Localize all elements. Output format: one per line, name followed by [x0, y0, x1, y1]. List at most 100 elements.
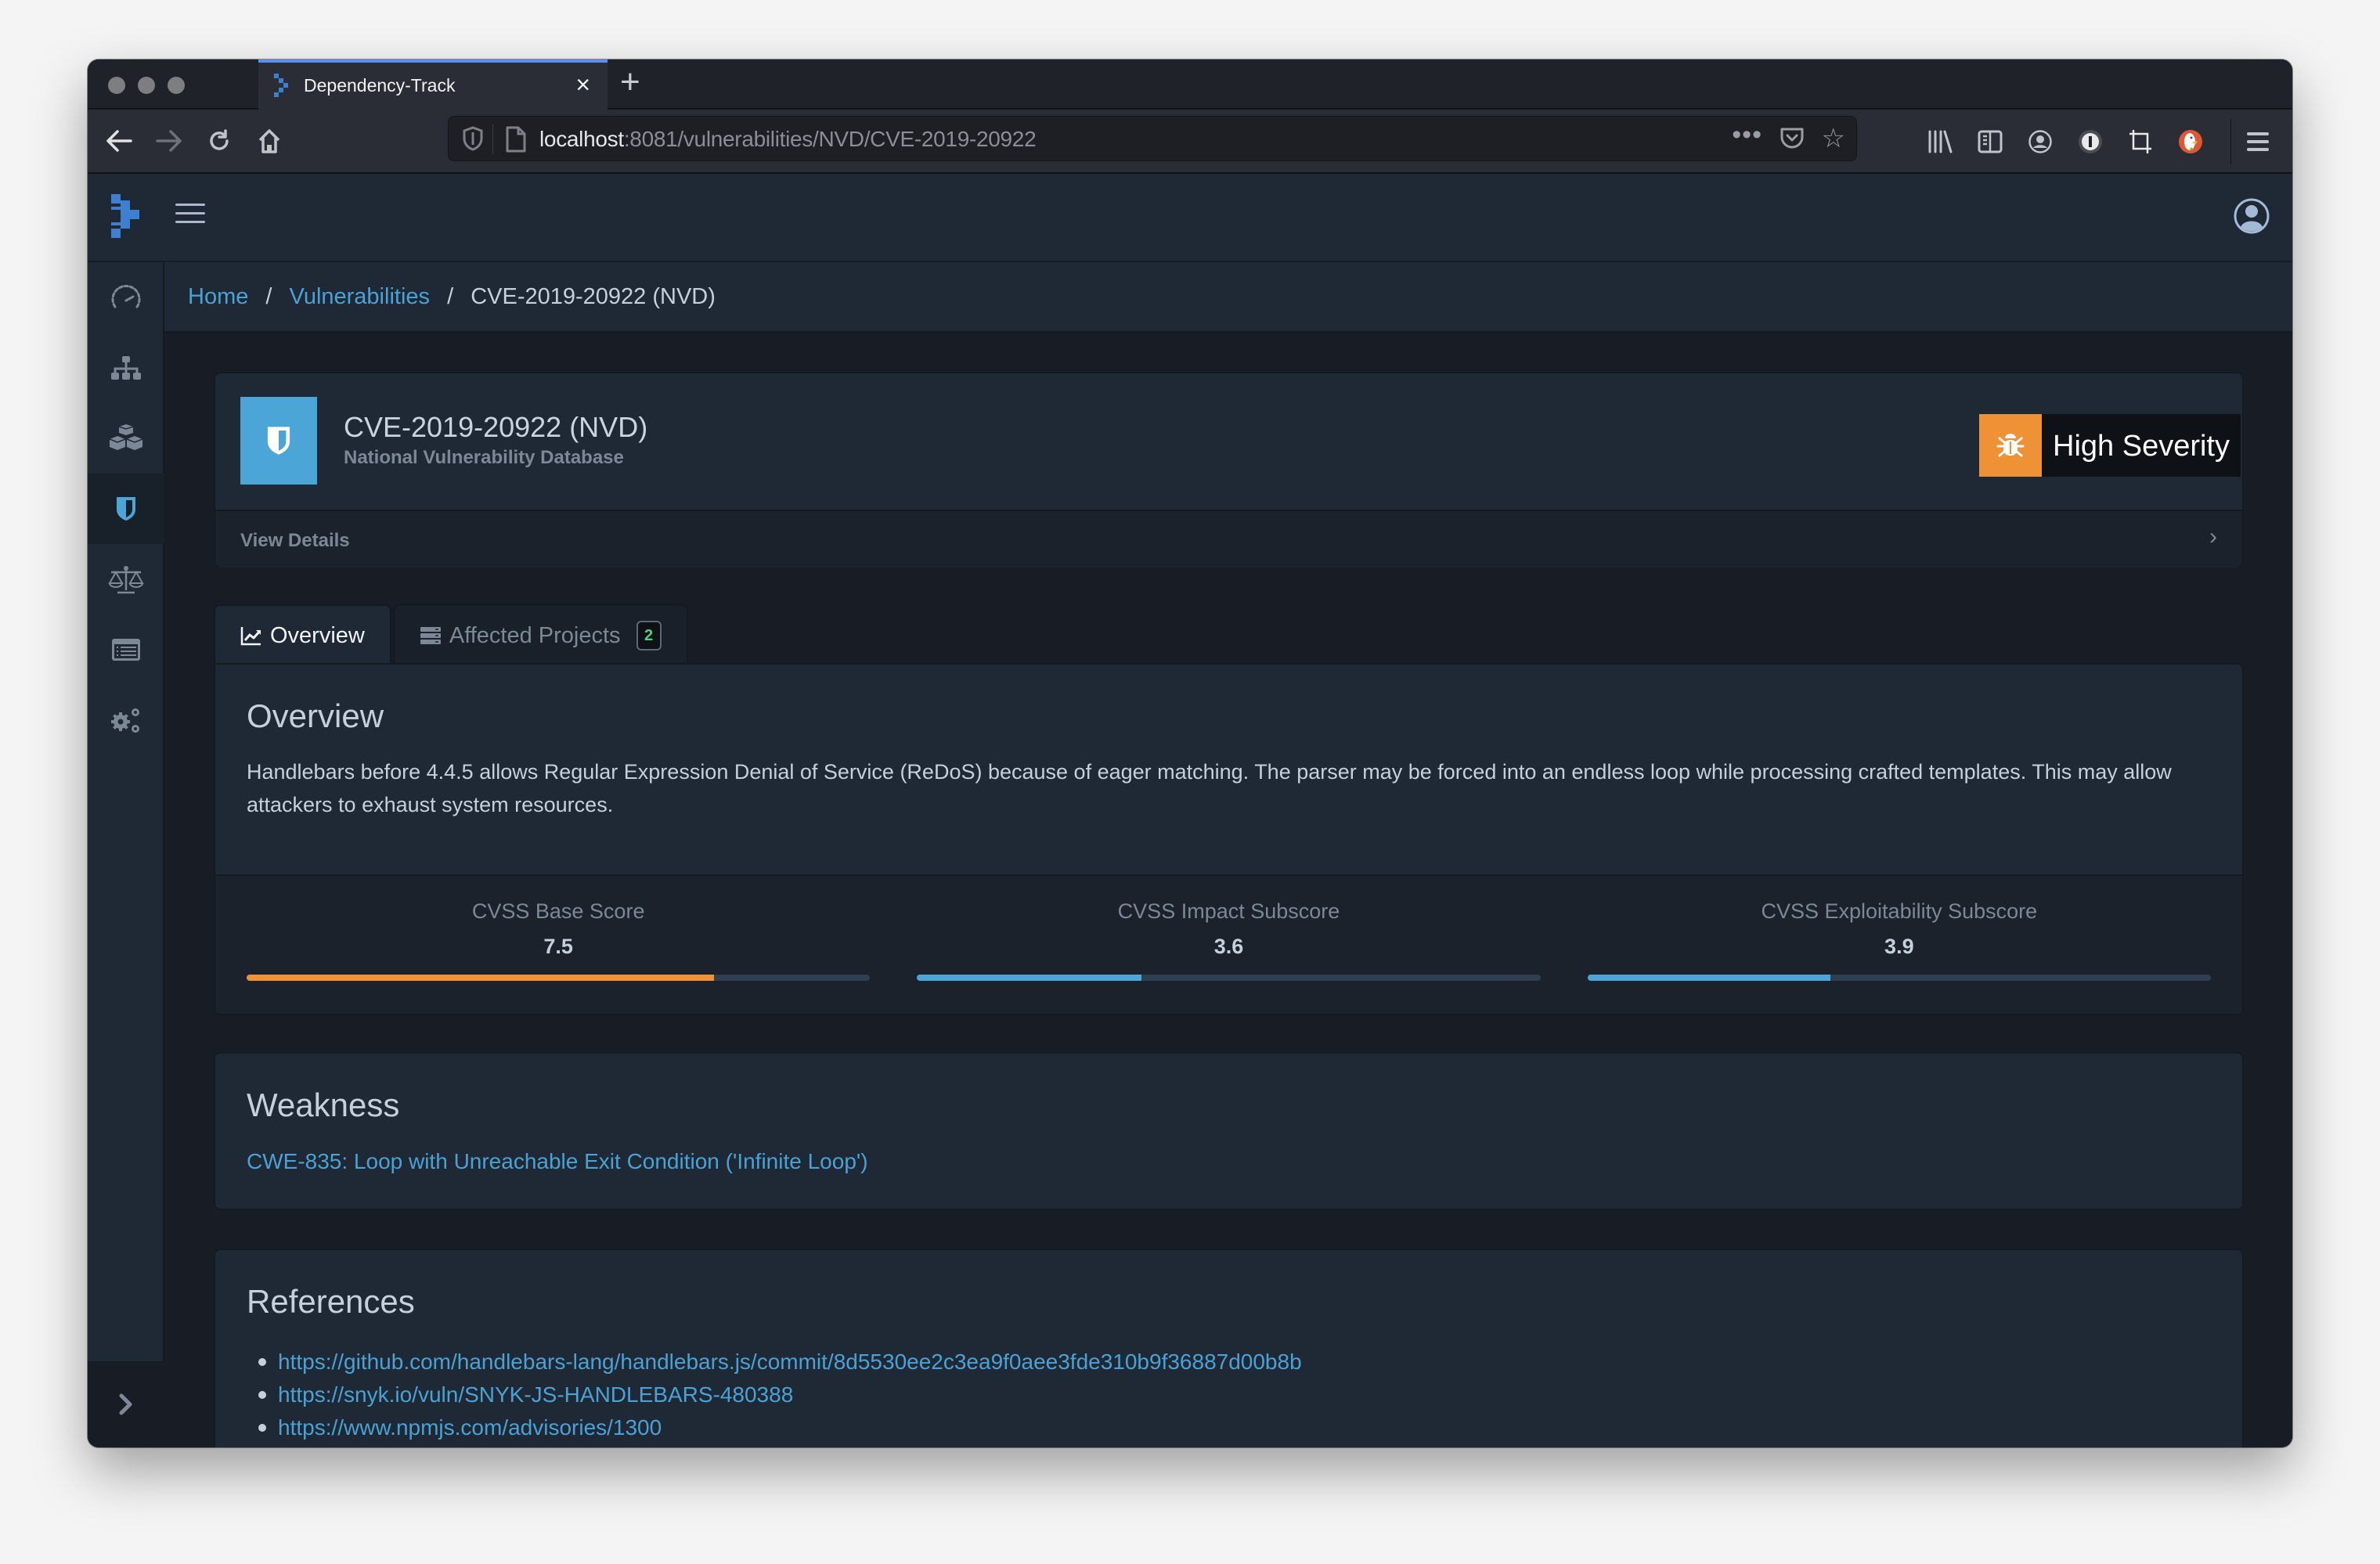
- reload-button[interactable]: [200, 122, 238, 160]
- references-card: References https://github.com/handlebars…: [214, 1249, 2244, 1447]
- url-host: localhost: [539, 127, 624, 151]
- url-text[interactable]: localhost:8081/vulnerabilities/NVD/CVE-2…: [539, 127, 1037, 152]
- cwe-link[interactable]: CWE-835: Loop with Unreachable Exit Cond…: [247, 1149, 868, 1174]
- breadcrumb-current: CVE-2019-20922 (NVD): [471, 284, 716, 309]
- arrow-left-icon: [106, 130, 132, 152]
- sidebar-item-dashboard[interactable]: [88, 262, 164, 333]
- tab-affected-projects-label: Affected Projects: [449, 622, 621, 648]
- user-profile-icon[interactable]: [2233, 197, 2270, 235]
- reference-link[interactable]: https://www.npmjs.com/advisories/1300: [278, 1415, 662, 1440]
- breadcrumb: Home / Vulnerabilities / CVE-2019-20922 …: [164, 262, 2292, 333]
- score-label: CVSS Impact Subscore: [1117, 899, 1340, 923]
- hamburger-menu-icon: [2247, 132, 2269, 151]
- chevron-right-icon: ›: [2209, 524, 2217, 550]
- account-button[interactable]: [2025, 124, 2056, 160]
- close-window-button[interactable]: [108, 77, 125, 94]
- duckduckgo-extension-button[interactable]: [2175, 124, 2206, 160]
- info-extension-icon: [2079, 130, 2102, 153]
- tab-overview-label: Overview: [270, 622, 365, 648]
- dependency-track-logo-icon[interactable]: [111, 194, 142, 238]
- breadcrumb-vulnerabilities-link[interactable]: Vulnerabilities: [290, 284, 430, 309]
- weakness-card: Weakness CWE-835: Loop with Unreachable …: [214, 1052, 2244, 1210]
- breadcrumb-home-link[interactable]: Home: [188, 284, 248, 309]
- breadcrumb-separator: /: [265, 284, 272, 309]
- browser-window: Dependency-Track × + localhost:8081/vuln…: [88, 59, 2292, 1447]
- cvss-scores: CVSS Base Score 7.5 CVSS Impact Subscore…: [215, 874, 2242, 1014]
- sidebar-item-components[interactable]: [88, 403, 164, 474]
- sidebar-item-vulnerabilities[interactable]: [88, 474, 164, 544]
- speedometer-icon: [111, 285, 141, 308]
- weakness-heading: Weakness: [247, 1087, 400, 1123]
- vulnerability-header: CVE-2019-20922 (NVD) National Vulnerabil…: [215, 373, 2242, 511]
- reference-item: https://snyk.io/vuln/SNYK-JS-HANDLEBARS-…: [258, 1378, 1302, 1411]
- breadcrumb-separator: /: [447, 284, 454, 309]
- library-icon: [1928, 130, 1953, 153]
- bug-icon: [1996, 434, 2025, 457]
- score-progress-bar: [917, 975, 1541, 981]
- score-progress-fill: [247, 975, 715, 981]
- score-progress-bar: [1587, 975, 2211, 981]
- app-header: [88, 174, 2292, 262]
- score-progress-fill: [1587, 975, 1831, 981]
- sidebar-toggle-hamburger-icon[interactable]: [175, 204, 205, 227]
- app-menu-button[interactable]: [2242, 124, 2274, 160]
- forward-button[interactable]: [150, 122, 188, 160]
- references-heading: References: [247, 1283, 415, 1320]
- tab-strip: Dependency-Track × +: [88, 59, 2292, 110]
- score-value: 3.9: [1884, 935, 1914, 958]
- back-button[interactable]: [100, 122, 138, 160]
- cogs-icon: [111, 708, 139, 733]
- sidebar-item-projects[interactable]: [88, 333, 164, 403]
- cubes-icon: [109, 424, 143, 450]
- minimize-window-button[interactable]: [138, 77, 155, 94]
- tracking-protection-shield-icon[interactable]: [463, 126, 483, 151]
- bookmark-star-icon[interactable]: ☆: [1822, 123, 1845, 154]
- browser-toolbar: localhost:8081/vulnerabilities/NVD/CVE-2…: [88, 110, 2292, 174]
- cvss-impact-subscore: CVSS Impact Subscore 3.6: [917, 876, 1541, 1014]
- page-actions-menu-button[interactable]: •••: [1732, 120, 1762, 150]
- reload-icon: [210, 129, 229, 150]
- severity-icon-box: [1979, 414, 2043, 477]
- tab-affected-projects[interactable]: Affected Projects 2: [392, 604, 688, 665]
- score-label: CVSS Exploitability Subscore: [1761, 899, 2038, 923]
- reference-link[interactable]: https://snyk.io/vuln/SNYK-JS-HANDLEBARS-…: [278, 1382, 793, 1407]
- library-button[interactable]: [1924, 124, 1956, 160]
- screenshot-button[interactable]: [2125, 124, 2156, 160]
- vulnerability-description: Handlebars before 4.4.5 allows Regular E…: [247, 760, 2172, 816]
- close-tab-icon[interactable]: ×: [575, 70, 590, 99]
- home-icon: [258, 129, 280, 153]
- tab-overview[interactable]: Overview: [214, 604, 391, 665]
- overview-card: Overview Handlebars before 4.4.5 allows …: [214, 663, 2244, 1015]
- pocket-icon[interactable]: [1780, 126, 1805, 151]
- new-tab-button[interactable]: +: [620, 63, 640, 102]
- sidebar-item-licenses[interactable]: [88, 544, 164, 614]
- sidebar-minimizer-button[interactable]: [88, 1361, 164, 1447]
- home-button[interactable]: [251, 122, 288, 160]
- affected-projects-count-badge: 2: [636, 621, 662, 650]
- server-icon: [420, 627, 441, 644]
- tab-title: Dependency-Track: [304, 75, 456, 95]
- cvss-exploitability-subscore: CVSS Exploitability Subscore 3.9: [1587, 876, 2211, 1014]
- sidebar: [88, 262, 164, 1447]
- zoom-window-button[interactable]: [168, 77, 185, 94]
- url-separator: [492, 124, 493, 154]
- reference-link[interactable]: https://github.com/handlebars-lang/handl…: [278, 1350, 1302, 1374]
- extension-1password-button[interactable]: [2075, 124, 2106, 160]
- cvss-base-score: CVSS Base Score 7.5: [247, 876, 871, 1014]
- url-path: :8081/vulnerabilities/NVD/CVE-2019-20922: [623, 127, 1037, 151]
- duckduckgo-icon: [2179, 130, 2202, 153]
- address-bar[interactable]: localhost:8081/vulnerabilities/NVD/CVE-2…: [448, 116, 1857, 161]
- page-info-icon[interactable]: [505, 126, 527, 153]
- balance-scale-icon: [108, 566, 144, 594]
- arrow-right-icon: [156, 130, 182, 152]
- sidebar-toggle-button[interactable]: [1974, 124, 2006, 160]
- reference-item: https://www.npmjs.com/advisories/1300: [258, 1411, 1302, 1444]
- sidebar-item-administration[interactable]: [88, 685, 164, 755]
- sidebar-panel-icon: [1978, 130, 2003, 153]
- score-value: 3.6: [1213, 935, 1244, 958]
- sidebar-item-tags[interactable]: [88, 614, 164, 685]
- shield-icon: [267, 427, 290, 455]
- view-details-toggle[interactable]: View Details ›: [215, 511, 2242, 568]
- view-details-label: View Details: [240, 530, 350, 551]
- browser-tab[interactable]: Dependency-Track ×: [258, 59, 608, 110]
